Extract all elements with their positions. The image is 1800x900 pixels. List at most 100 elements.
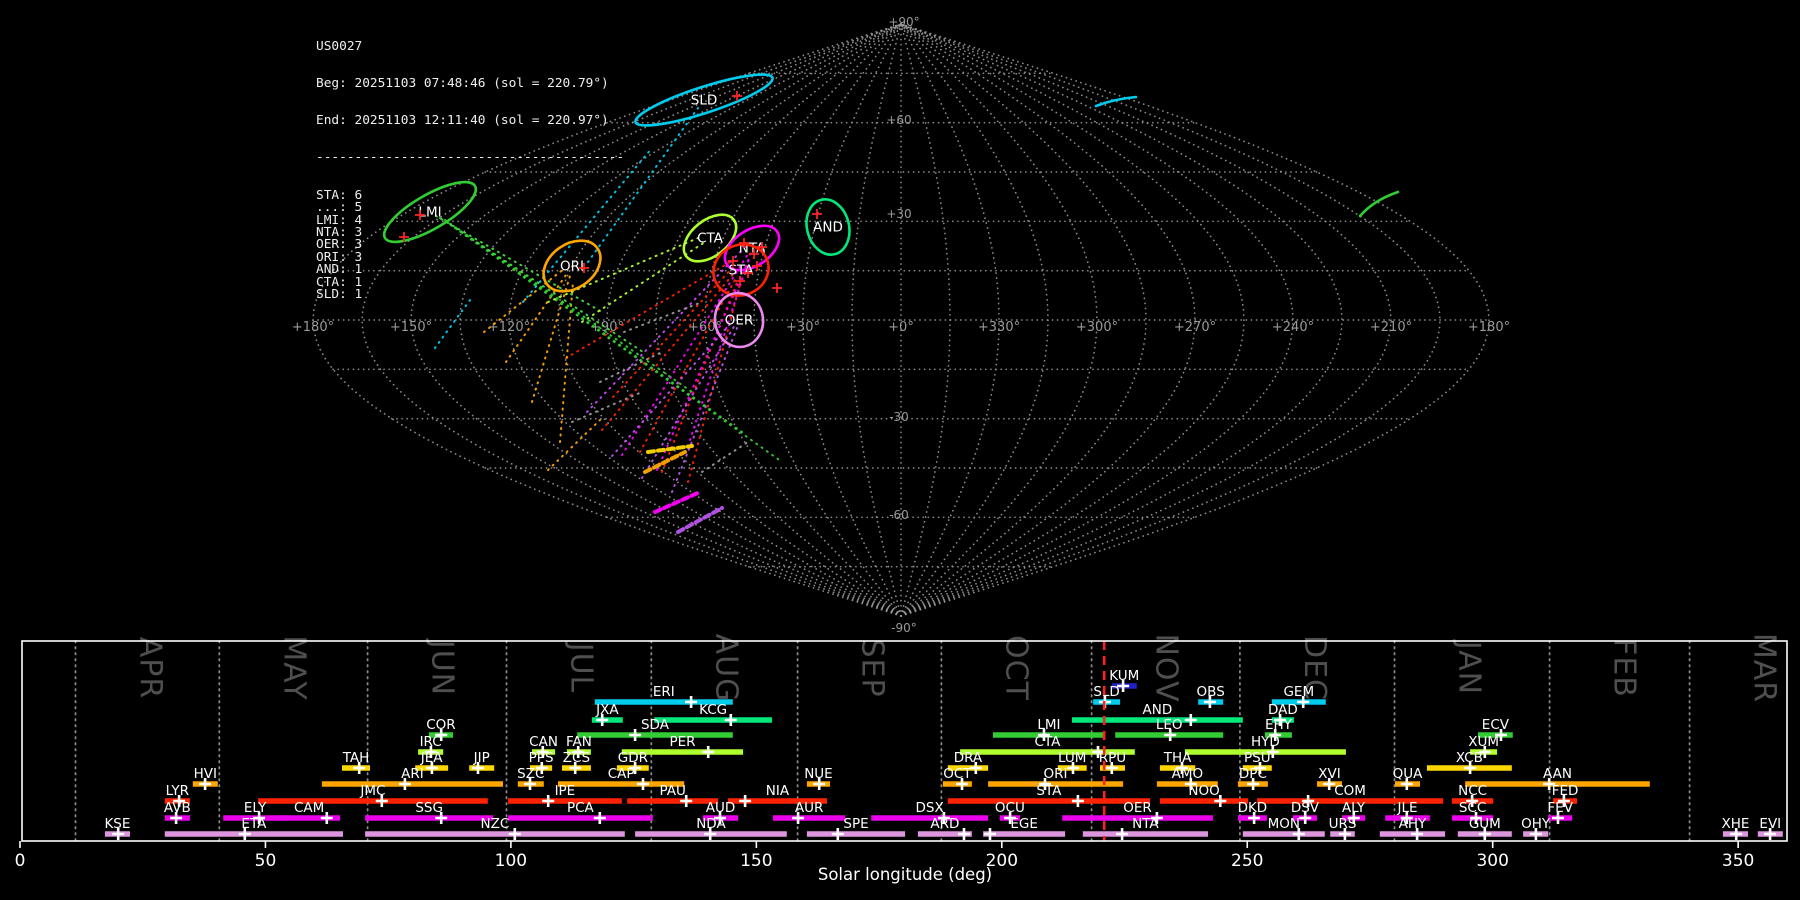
shower-count-item: LMI: 4 <box>316 212 363 228</box>
x-tick-label: 50 <box>255 851 277 871</box>
shower-activity-SZC: SZC <box>517 766 544 790</box>
activity-bar-label-ECV: ECV <box>1482 717 1510 733</box>
shower-activity-XCB: XCB <box>1426 750 1512 774</box>
activity-bar-label-GDR: GDR <box>618 750 648 766</box>
activity-bar-label-JIP: JIP <box>473 750 490 766</box>
activity-bar-label-PSU: PSU <box>1244 750 1271 766</box>
activity-bar-label-DAD: DAD <box>1268 702 1298 718</box>
longitude-label: +240° <box>1272 320 1314 335</box>
station-id: US0027 <box>316 38 363 54</box>
shower-activity-KSE: KSE <box>104 816 130 840</box>
meteor-trail <box>571 391 643 423</box>
shower-activity-ZCS: ZCS <box>562 750 591 774</box>
month-label-MAY: MAY <box>276 635 311 700</box>
end-time: End: 20251103 12:11:40 (sol = 220.97°) <box>316 113 609 129</box>
activity-bar-label-CAM: CAM <box>294 800 324 816</box>
observation-header: US0027 Beg: 20251103 07:48:46 (sol = 220… <box>316 16 624 314</box>
report-figure: +180° +150° +120° +90° +60° +30° +0° +330° +300°… <box>15 15 1788 884</box>
shower-activity-DKD: DKD <box>1238 800 1267 824</box>
month-label-JUL: JUL <box>563 641 598 694</box>
activity-bar-label-OCT: OCT <box>943 766 972 782</box>
activity-bar-label-EHY: EHY <box>1265 717 1293 733</box>
shower-activity-OBS: OBS <box>1197 684 1225 708</box>
peak-marker-STA <box>1071 795 1084 807</box>
x-tick-label: 300 <box>1476 851 1508 871</box>
shower-count-item: OER: 3 <box>316 237 363 253</box>
longitude-label: +330° <box>978 320 1020 335</box>
activity-bar-label-AAN: AAN <box>1543 766 1572 782</box>
radiant-fit-marker <box>812 209 822 219</box>
peak-marker-NZC <box>508 828 521 840</box>
activity-bar-label-CAP: CAP <box>608 766 635 782</box>
activity-bar-label-AHY: AHY <box>1399 816 1427 832</box>
shower-activity-QUA: QUA <box>1393 766 1423 790</box>
peak-marker-SDA <box>629 729 642 741</box>
activity-bar-label-SSG: SSG <box>415 800 443 816</box>
activity-bar-label-STA: STA <box>1036 783 1062 799</box>
shower-activity-OHY: OHY <box>1521 816 1551 840</box>
activity-bar-label-HYD: HYD <box>1251 734 1280 750</box>
activity-bar-label-GEM: GEM <box>1283 684 1314 700</box>
activity-bar-label-DRA: DRA <box>954 750 983 766</box>
longitude-label: +90° <box>590 320 624 335</box>
meteor-trail <box>547 419 601 471</box>
meteor-trail <box>676 506 724 534</box>
x-tick-label: 250 <box>1231 851 1263 871</box>
activity-bar-label-NTA: NTA <box>1132 816 1159 832</box>
radiant-fit-marker <box>772 283 782 293</box>
radiant-label-SLD: SLD <box>691 93 718 109</box>
peak-marker-SPE <box>831 828 844 840</box>
activity-bar-label-PER: PER <box>669 734 695 750</box>
meteor-trail <box>611 321 733 457</box>
latitude-label: +30 <box>886 207 911 221</box>
month-label-APR: APR <box>132 637 167 699</box>
activity-bar-label-CTA: CTA <box>1035 734 1062 750</box>
shower-activity-HVI: HVI <box>192 766 218 790</box>
shower-count-item: AND: 1 <box>316 262 363 278</box>
meteor-observation-report: { "header": { "station": "US0027", "beg_… <box>0 0 1800 900</box>
activity-bar-label-NZC: NZC <box>481 816 510 832</box>
shower-count-item: CTA: 1 <box>316 274 363 290</box>
longitude-label: +150° <box>390 320 432 335</box>
activity-bar-label-DSX: DSX <box>916 800 944 816</box>
meteor-trail <box>643 450 687 474</box>
shower-activity-URS: URS <box>1329 816 1356 840</box>
longitude-label: +30° <box>786 320 820 335</box>
activity-bar-label-EGE: EGE <box>1010 816 1038 832</box>
latitude-label: -60 <box>889 508 909 522</box>
shower-activity-EGE: EGE <box>983 816 1066 840</box>
longitude-label: +210° <box>1370 320 1412 335</box>
shower-activity-AVB: AVB <box>164 800 191 824</box>
peak-marker-PCA <box>593 812 606 824</box>
shower-activity-FEV: FEV <box>1547 800 1574 824</box>
month-label-AUG: AUG <box>708 634 743 703</box>
activity-bar-label-LMI: LMI <box>1037 717 1060 733</box>
activity-bar-label-COM: COM <box>1334 783 1366 799</box>
activity-bar-label-SPE: SPE <box>843 816 868 832</box>
shower-activity-JIP: JIP <box>469 750 495 774</box>
activity-bar-label-ELY: ELY <box>244 800 267 816</box>
header-separator: ---------------------------------------- <box>316 150 625 166</box>
activity-bar-label-SCC: SCC <box>1459 800 1486 816</box>
activity-bar-label-KCG: KCG <box>699 702 727 718</box>
month-label-FEB: FEB <box>1607 638 1642 698</box>
radiant-label-AND: AND <box>813 220 843 236</box>
peak-marker-ARD <box>958 828 970 840</box>
activity-bar-label-LYR: LYR <box>166 783 189 799</box>
activity-bar-label-THA: THA <box>1163 750 1192 766</box>
longitude-label: +0° <box>888 320 914 335</box>
activity-bar-label-AMO: AMO <box>1172 766 1204 782</box>
activity-bar-label-NIA: NIA <box>766 783 790 799</box>
shower-activity-DPC: DPC <box>1237 766 1268 790</box>
month-label-OCT: OCT <box>998 635 1033 701</box>
shower-activity-TAH: TAH <box>342 750 370 774</box>
activity-bar-label-PAU: PAU <box>659 783 685 799</box>
activity-bar-label-SDA: SDA <box>641 717 670 733</box>
shower-count-item: SLD: 1 <box>316 286 363 302</box>
begin-time: Beg: 20251103 07:48:46 (sol = 220.79°) <box>316 76 609 92</box>
x-tick-label: 0 <box>15 851 26 871</box>
shower-activity-EVI: EVI <box>1757 816 1783 840</box>
month-label-JUN: JUN <box>425 638 460 696</box>
x-tick-label: 150 <box>740 851 772 871</box>
longitude-label: +270° <box>1174 320 1216 335</box>
